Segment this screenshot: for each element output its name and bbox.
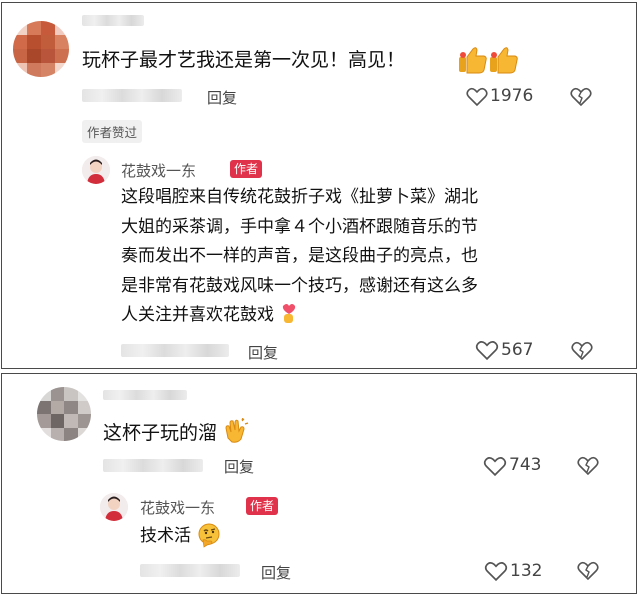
author-name[interactable]: 花鼓戏一东 bbox=[121, 160, 196, 181]
like-count: 1976 bbox=[490, 86, 534, 106]
comment-text: 玩杯子最才艺我还是第一次见！高见！ bbox=[82, 49, 406, 71]
like-count: 567 bbox=[501, 340, 534, 360]
commenter-username-blurred bbox=[103, 390, 187, 400]
reply-button[interactable]: 回复 bbox=[207, 87, 237, 108]
like-heart-icon[interactable] bbox=[475, 340, 499, 361]
reply-date-blurred bbox=[140, 564, 240, 577]
reply-line: 这段唱腔来自传统花鼓折子戏《扯萝卜菜》湖北 bbox=[121, 187, 478, 207]
like-count: 743 bbox=[509, 455, 542, 475]
author-reply-text: 这段唱腔来自传统花鼓折子戏《扯萝卜菜》湖北 大姐的采茶调，手中拿４个小酒杯跟随音… bbox=[121, 183, 478, 331]
like-heart-icon[interactable] bbox=[466, 87, 488, 107]
commenter-username-blurred bbox=[82, 15, 144, 26]
commenter-avatar[interactable] bbox=[13, 21, 69, 77]
author-tag: 作者 bbox=[230, 160, 263, 178]
author-tag: 作者 bbox=[246, 497, 279, 515]
comment-thread-2: 这杯子玩的溜 回复 743 花鼓戏一东 作者 技术活 回复 132 bbox=[1, 373, 637, 594]
dislike-broken-heart-icon[interactable] bbox=[577, 456, 599, 476]
author-avatar[interactable] bbox=[100, 493, 128, 521]
author-avatar-image bbox=[82, 156, 110, 184]
reply-line: 大姐的采茶调，手中拿４个小酒杯跟随音乐的节 bbox=[121, 216, 478, 237]
reply-line: 奏而发出不一样的声音，是这段曲子的亮点，也 bbox=[121, 246, 478, 266]
like-count: 132 bbox=[510, 561, 543, 581]
thinking-face-icon bbox=[198, 523, 220, 548]
dislike-broken-heart-icon[interactable] bbox=[571, 341, 593, 361]
dislike-broken-heart-icon[interactable] bbox=[577, 561, 599, 581]
dislike-broken-heart-icon[interactable] bbox=[570, 87, 592, 107]
reply-button[interactable]: 回复 bbox=[224, 456, 254, 477]
author-name[interactable]: 花鼓戏一东 bbox=[140, 497, 215, 518]
author-avatar[interactable] bbox=[82, 156, 110, 184]
comment-text: 这杯子玩的溜 bbox=[103, 417, 249, 446]
commenter-avatar[interactable] bbox=[37, 387, 91, 441]
thumbs-up-icon bbox=[459, 47, 518, 74]
comment-thread-1: 玩杯子最才艺我还是第一次见！高见！ 回复 1976 作者赞过 花鼓戏一东 作者 … bbox=[1, 2, 637, 369]
comment-date-blurred bbox=[82, 89, 182, 102]
clapping-hands-icon bbox=[225, 417, 249, 443]
finger-heart-icon bbox=[283, 304, 296, 323]
reply-button[interactable]: 回复 bbox=[261, 562, 291, 583]
like-heart-icon[interactable] bbox=[483, 456, 507, 477]
reply-line: 是非常有花鼓戏风味一个技巧，感谢还有这么多 bbox=[121, 275, 478, 296]
reply-line: 人关注并喜欢花鼓戏 bbox=[121, 301, 478, 331]
author-reply-text: 技术活 bbox=[140, 522, 222, 552]
author-liked-badge: 作者赞过 bbox=[82, 120, 143, 143]
reply-button[interactable]: 回复 bbox=[248, 342, 278, 363]
author-avatar-image bbox=[100, 493, 128, 521]
comment-date-blurred bbox=[103, 459, 203, 472]
like-heart-icon[interactable] bbox=[484, 561, 508, 582]
reply-date-blurred bbox=[121, 344, 229, 357]
